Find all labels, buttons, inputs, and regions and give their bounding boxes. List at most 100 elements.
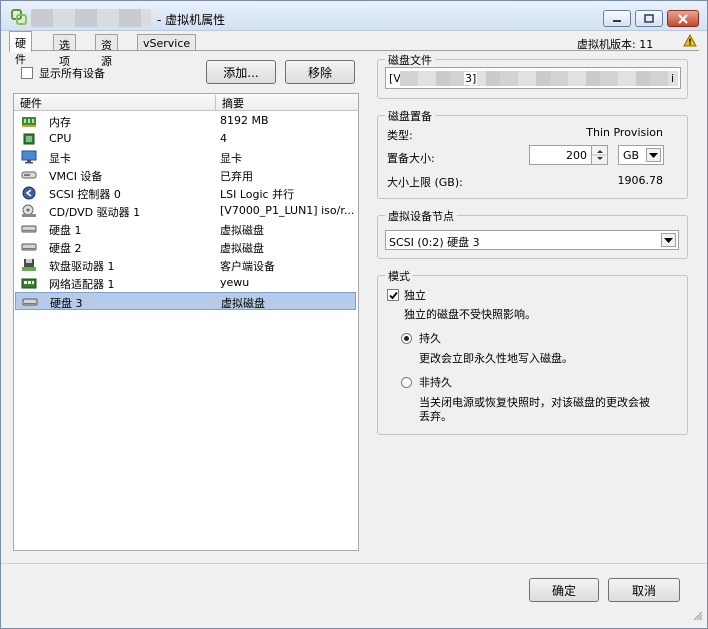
vsphere-app-icon — [11, 9, 27, 25]
hardware-row-memory[interactable]: 内存 8192 MB — [15, 112, 356, 130]
size-unit-select[interactable]: GB — [618, 145, 664, 165]
max-size-value: 1906.78 — [617, 174, 664, 187]
hardware-row-cpu[interactable]: CPU 4 — [15, 130, 356, 148]
persistent-option[interactable]: 持久 — [401, 330, 441, 346]
hardware-row-hard-disk-1[interactable]: 硬盘 1 虚拟磁盘 — [15, 220, 356, 238]
dropdown-arrow-icon — [646, 148, 661, 162]
remove-button[interactable]: 移除 — [285, 60, 355, 84]
provisioned-size-label: 置备大小: — [387, 152, 435, 165]
independent-label: 独立 — [404, 289, 426, 302]
window-title: - 虚拟机属性 — [157, 13, 226, 27]
hardware-name: 硬盘 1 — [49, 224, 82, 237]
disk-file-field[interactable]: [V 3] i — [385, 67, 681, 89]
hardware-name: 内存 — [49, 116, 71, 129]
close-button[interactable] — [667, 10, 699, 27]
hardware-summary: 显卡 — [220, 152, 242, 165]
hardware-row-video-card[interactable]: 显卡 显卡 — [15, 148, 356, 166]
hard-disk-icon — [22, 295, 38, 309]
cpu-icon — [21, 132, 37, 146]
hardware-name: CD/DVD 驱动器 1 — [49, 206, 141, 219]
hardware-row-floppy[interactable]: 软盘驱动器 1 客户端设备 — [15, 256, 356, 274]
redacted-disk-path — [400, 71, 678, 86]
persistent-description: 更改会立即永久性地写入磁盘。 — [419, 352, 573, 365]
hardware-summary: 虚拟磁盘 — [220, 242, 264, 255]
scsi-controller-icon — [21, 186, 37, 200]
provisioned-size-spinner[interactable]: 200 — [529, 145, 608, 165]
maximize-icon — [644, 14, 654, 23]
independent-checkbox[interactable] — [387, 289, 399, 301]
hardware-name: 硬盘 2 — [49, 242, 82, 255]
vmci-icon — [21, 168, 37, 182]
device-node-value: SCSI (0:2) 硬盘 3 — [389, 236, 480, 249]
add-button[interactable]: 添加... — [206, 60, 276, 84]
dropdown-arrow-icon — [661, 233, 676, 247]
column-summary[interactable]: 摘要 — [216, 95, 356, 110]
size-stepper[interactable] — [591, 146, 608, 164]
tab-options[interactable]: 选项 — [53, 34, 76, 68]
show-all-devices-label: 显示所有设备 — [39, 67, 105, 80]
hardware-summary: [V7000_P1_LUN1] iso/r... — [220, 204, 354, 217]
checkmark-icon — [388, 291, 398, 299]
vm-version-label: 虚拟机版本: 11 — [577, 38, 654, 51]
hardware-summary: 4 — [220, 132, 227, 145]
device-node-title: 虚拟设备节点 — [385, 208, 457, 224]
resize-grip-icon[interactable] — [691, 609, 703, 624]
mode-title: 模式 — [385, 268, 413, 284]
minimize-button[interactable] — [603, 10, 631, 27]
cd-dvd-icon — [21, 204, 37, 218]
hardware-summary: 虚拟磁盘 — [220, 224, 264, 237]
hardware-row-hard-disk-3[interactable]: 硬盘 3 虚拟磁盘 — [15, 292, 356, 310]
hardware-summary: 已弃用 — [220, 170, 253, 183]
memory-icon — [21, 114, 37, 128]
show-all-devices-checkbox[interactable] — [21, 67, 33, 79]
max-size-label: 大小上限 (GB): — [387, 176, 463, 189]
persistent-label: 持久 — [419, 332, 441, 345]
vm-properties-window: - 虚拟机属性 硬件 选项 资源 vService 虚拟机版本: 11 显示所有… — [0, 0, 708, 629]
hardware-name: SCSI 控制器 0 — [49, 188, 121, 201]
maximize-button[interactable] — [635, 10, 663, 27]
nonpersistent-radio[interactable] — [401, 376, 412, 388]
tab-resources[interactable]: 资源 — [95, 34, 118, 68]
disk-file-title: 磁盘文件 — [385, 52, 435, 68]
hardware-name: 网络适配器 1 — [49, 278, 115, 291]
hardware-summary: yewu — [220, 276, 250, 289]
disk-provisioning-title: 磁盘置备 — [385, 108, 435, 124]
show-all-devices[interactable]: 显示所有设备 — [21, 65, 105, 81]
hardware-row-scsi-controller[interactable]: SCSI 控制器 0 LSI Logic 并行 — [15, 184, 356, 202]
column-hardware[interactable]: 硬件 — [14, 95, 216, 110]
disk-file-value-end: i — [670, 72, 674, 85]
nonpersistent-description-line2: 丢弃。 — [419, 410, 452, 423]
mode-group: 模式 独立 独立的磁盘不受快照影响。 持久 更改会立即永久性地写入磁盘。 非持久… — [377, 268, 688, 435]
disk-file-group: 磁盘文件 [V 3] i — [377, 52, 688, 99]
title-bar: - 虚拟机属性 — [1, 1, 707, 31]
hardware-row-hard-disk-2[interactable]: 硬盘 2 虚拟磁盘 — [15, 238, 356, 256]
hardware-name: VMCI 设备 — [49, 170, 103, 183]
hard-disk-icon — [21, 240, 37, 254]
hardware-name: 软盘驱动器 1 — [49, 260, 115, 273]
tab-vservice[interactable]: vService — [137, 34, 197, 51]
type-value: Thin Provision — [586, 126, 663, 139]
ok-button[interactable]: 确定 — [529, 578, 599, 602]
tab-hardware[interactable]: 硬件 — [9, 31, 32, 66]
hardware-row-cd-dvd[interactable]: CD/DVD 驱动器 1 [V7000_P1_LUN1] iso/r... — [15, 202, 356, 220]
disk-file-value-mid: 3] — [464, 72, 478, 85]
cancel-button[interactable]: 取消 — [608, 578, 680, 602]
minimize-icon — [613, 19, 621, 22]
device-node-select[interactable]: SCSI (0:2) 硬盘 3 — [385, 230, 679, 250]
hardware-summary: 8192 MB — [220, 114, 269, 127]
redacted-vm-name — [31, 9, 151, 27]
size-unit-value: GB — [623, 149, 640, 162]
footer-divider — [1, 563, 707, 564]
warning-icon — [683, 33, 697, 50]
hardware-row-vmci[interactable]: VMCI 设备 已弃用 — [15, 166, 356, 184]
nonpersistent-description-line1: 当关闭电源或恢复快照时，对该磁盘的更改会被 — [419, 396, 650, 409]
persistent-radio[interactable] — [401, 332, 412, 344]
hardware-row-network-adapter[interactable]: 网络适配器 1 yewu — [15, 274, 356, 292]
stepper-arrows-icon — [592, 150, 608, 160]
nonpersistent-option[interactable]: 非持久 — [401, 374, 452, 390]
network-adapter-icon — [21, 276, 37, 290]
disk-provisioning-group: 磁盘置备 类型: Thin Provision 置备大小: 200 GB 大小上… — [377, 108, 688, 199]
close-icon — [678, 13, 688, 24]
independent-option[interactable]: 独立 — [387, 287, 426, 303]
device-node-group: 虚拟设备节点 SCSI (0:2) 硬盘 3 — [377, 208, 688, 259]
